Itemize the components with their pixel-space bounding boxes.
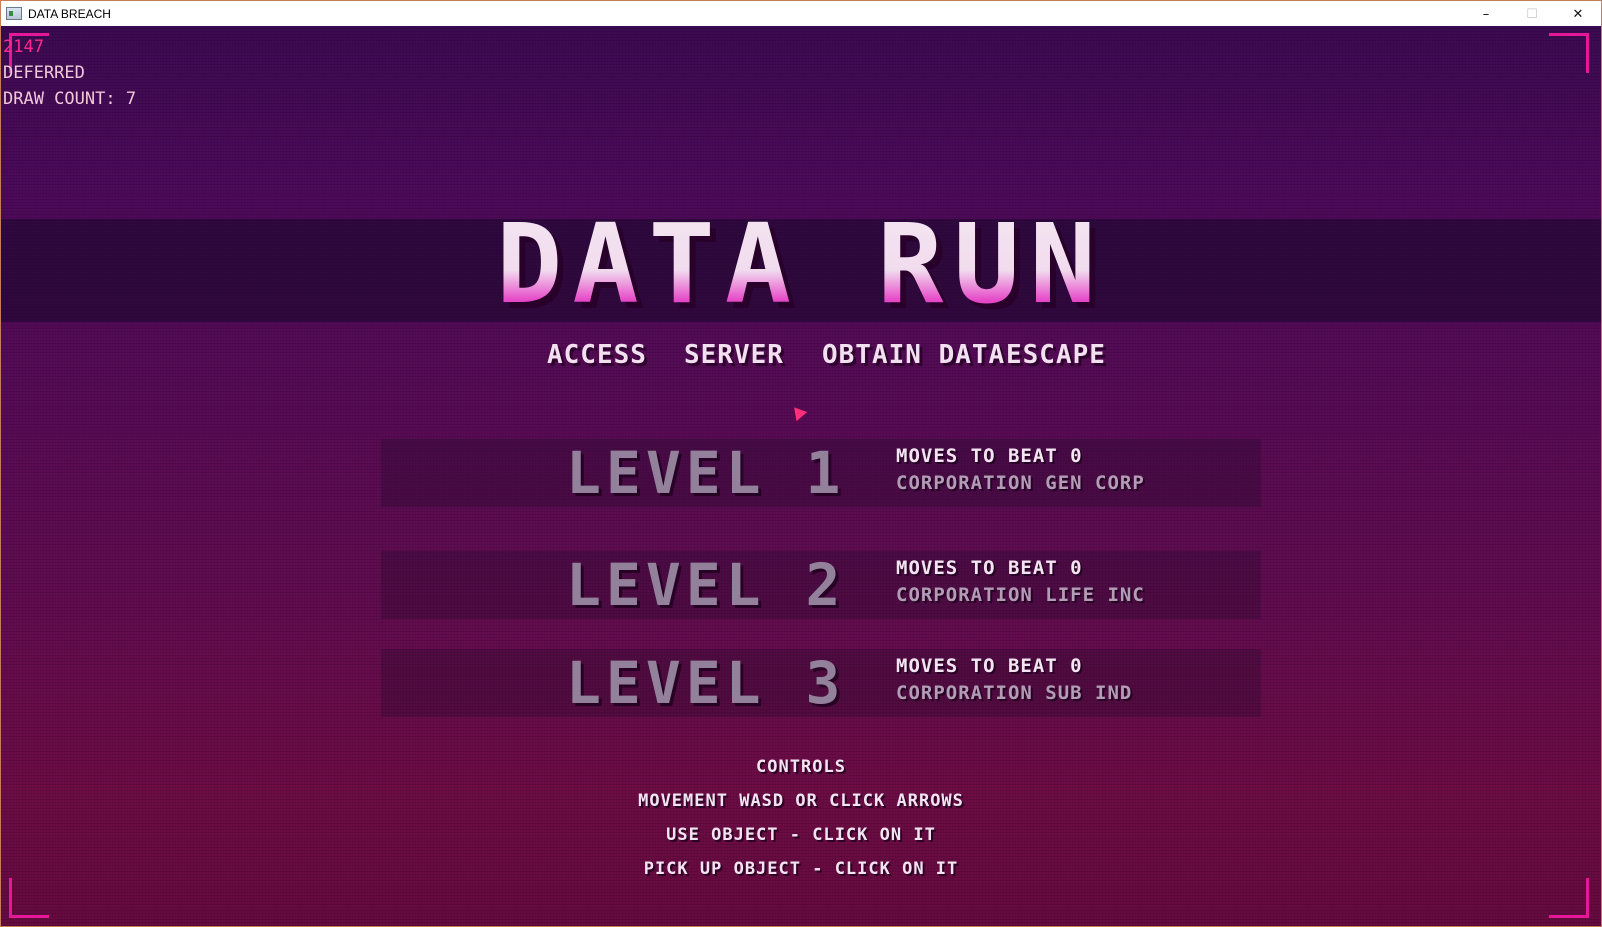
draw-count: DRAW COUNT: 7 [3,89,137,109]
debug-overlay: 2147 DEFERRED DRAW COUNT: 7 [3,34,136,112]
subtitle-access: ACCESS [547,340,647,370]
window-controls: – ☐ ✕ [1463,1,1601,27]
app-icon [6,7,22,20]
subtitle-row: ACCESS SERVER OBTAIN DATA ESCAPE [1,340,1601,370]
game-viewport: 2147 DEFERRED DRAW COUNT: 7 DATA RUN ACC… [0,26,1602,927]
close-button[interactable]: ✕ [1555,1,1601,27]
level-moves-to-beat: MOVES TO BEAT 0 [896,445,1083,467]
level-moves-to-beat: MOVES TO BEAT 0 [896,557,1083,579]
subtitle-obtain-data: OBTAIN DATA [822,340,1006,370]
mouse-cursor-icon [788,402,808,422]
subtitle-escape: ESCAPE [1006,340,1106,370]
controls-panel: CONTROLS MOVEMENT WASD OR CLICK ARROWS U… [1,750,1601,886]
level-corporation: CORPORATION SUB IND [896,682,1133,704]
maximize-button[interactable]: ☐ [1509,1,1555,27]
controls-use-object: USE OBJECT - CLICK ON IT [666,825,936,845]
level-name: LEVEL 1 [566,439,846,507]
game-title: DATA RUN [1,204,1601,324]
fps-counter: 2147 [3,37,44,57]
level-1-button[interactable]: LEVEL 1 MOVES TO BEAT 0 CORPORATION GEN … [381,439,1261,507]
level-corporation: CORPORATION LIFE INC [896,584,1145,606]
level-2-button[interactable]: LEVEL 2 MOVES TO BEAT 0 CORPORATION LIFE… [381,551,1261,619]
minimize-button[interactable]: – [1463,1,1509,27]
controls-pick-up-object: PICK UP OBJECT - CLICK ON IT [643,859,959,879]
level-corporation: CORPORATION GEN CORP [896,472,1145,494]
level-3-button[interactable]: LEVEL 3 MOVES TO BEAT 0 CORPORATION SUB … [381,649,1261,717]
controls-movement: MOVEMENT WASD OR CLICK ARROWS [638,791,964,811]
controls-heading: CONTROLS [756,757,846,777]
level-name: LEVEL 3 [566,649,846,717]
subtitle-server: SERVER [684,340,784,370]
corner-bracket-top-right [1549,33,1589,73]
level-name: LEVEL 2 [566,551,846,619]
render-mode: DEFERRED [3,63,85,83]
level-moves-to-beat: MOVES TO BEAT 0 [896,655,1083,677]
window-title: DATA BREACH [28,6,111,21]
window-titlebar: DATA BREACH – ☐ ✕ [0,0,1602,26]
